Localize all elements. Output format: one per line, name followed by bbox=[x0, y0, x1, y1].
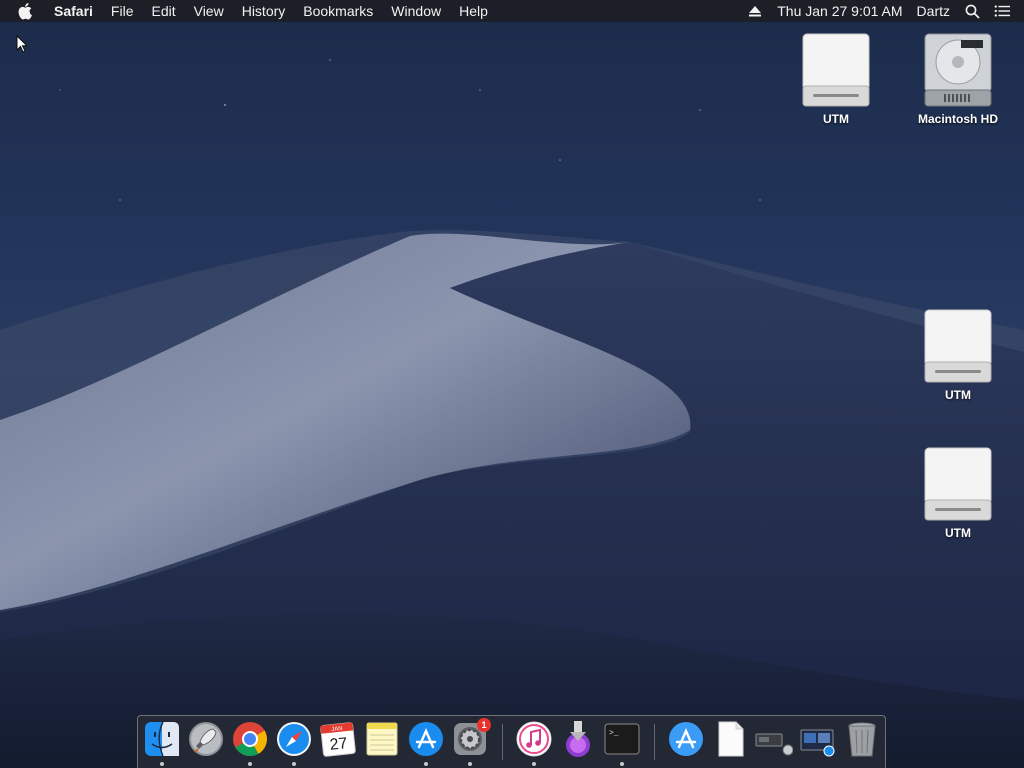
itunes-music-note-icon bbox=[516, 721, 552, 757]
app-store-icon bbox=[409, 722, 443, 756]
dock-trash[interactable] bbox=[843, 720, 881, 760]
desktop-icon-utm-1[interactable]: UTM bbox=[788, 30, 884, 126]
dock-app-store-downloads[interactable] bbox=[667, 720, 705, 760]
menu-app-name[interactable]: Safari bbox=[50, 0, 102, 22]
running-indicator bbox=[424, 762, 428, 766]
running-indicator bbox=[532, 762, 536, 766]
dock-launchpad[interactable] bbox=[187, 720, 225, 760]
dock-screenshot-stack[interactable] bbox=[799, 720, 837, 760]
screenshot-stack-icon bbox=[800, 729, 835, 757]
menu-file[interactable]: File bbox=[102, 0, 143, 22]
menu-edit[interactable]: Edit bbox=[142, 0, 184, 22]
menu-history[interactable]: History bbox=[233, 0, 295, 22]
dock-separator bbox=[654, 724, 655, 760]
desktop-icon-utm-3[interactable]: UTM bbox=[910, 444, 1006, 540]
menu-user[interactable]: Dartz bbox=[917, 3, 950, 19]
external-drive-icon bbox=[924, 309, 992, 383]
notification-badge: 1 bbox=[477, 718, 491, 732]
dock-separator bbox=[502, 724, 503, 760]
external-drive-icon bbox=[924, 447, 992, 521]
notification-center-icon[interactable] bbox=[994, 3, 1010, 19]
running-indicator bbox=[620, 762, 624, 766]
trash-icon bbox=[848, 722, 876, 757]
calendar-month: JAN bbox=[331, 726, 343, 733]
finder-icon bbox=[145, 721, 179, 757]
dock-app-store[interactable] bbox=[407, 720, 445, 766]
dock-notes[interactable] bbox=[363, 720, 401, 760]
running-indicator bbox=[248, 762, 252, 766]
running-indicator bbox=[160, 762, 164, 766]
apple-menu-icon[interactable] bbox=[18, 2, 36, 20]
dock-safari[interactable] bbox=[275, 720, 313, 766]
external-drive-icon bbox=[802, 33, 870, 107]
internal-drive-icon bbox=[924, 33, 992, 107]
eject-icon[interactable] bbox=[747, 3, 763, 19]
menu-view[interactable]: View bbox=[185, 0, 233, 22]
notes-icon bbox=[366, 722, 398, 756]
app-store-folder-icon bbox=[669, 722, 703, 756]
launchpad-rocket-icon bbox=[189, 722, 223, 756]
running-indicator bbox=[468, 762, 472, 766]
desktop-icon-utm-2[interactable]: UTM bbox=[910, 306, 1006, 402]
chrome-icon bbox=[233, 722, 267, 756]
mouse-cursor-icon bbox=[16, 35, 28, 53]
running-indicator bbox=[292, 762, 296, 766]
dock-downloads-stack[interactable] bbox=[755, 720, 793, 760]
menu-help[interactable]: Help bbox=[450, 0, 497, 22]
menu-bookmarks[interactable]: Bookmarks bbox=[294, 0, 382, 22]
desktop-icon-label: Macintosh HD bbox=[917, 112, 998, 126]
downloads-stack-icon bbox=[755, 733, 793, 756]
calendar-icon: JAN 27 bbox=[320, 722, 356, 757]
installer-icon bbox=[566, 721, 590, 757]
spotlight-search-icon[interactable] bbox=[964, 3, 980, 19]
desktop-icon-label: UTM bbox=[823, 112, 849, 126]
menu-window[interactable]: Window bbox=[382, 0, 450, 22]
dock: JAN 27 1 >_ bbox=[137, 715, 886, 768]
dock-calendar[interactable]: JAN 27 bbox=[319, 720, 357, 760]
dock-itunes[interactable] bbox=[515, 720, 553, 766]
desktop[interactable]: Safari File Edit View History Bookmarks … bbox=[0, 0, 1024, 768]
desktop-icon-label: UTM bbox=[945, 388, 971, 402]
dock-system-preferences[interactable]: 1 bbox=[451, 718, 491, 766]
desktop-icon-macintosh-hd[interactable]: Macintosh HD bbox=[910, 30, 1006, 126]
desktop-icon-label: UTM bbox=[945, 526, 971, 540]
dock-terminal[interactable]: >_ bbox=[603, 720, 641, 766]
terminal-prompt: >_ bbox=[609, 729, 619, 738]
calendar-day: 27 bbox=[329, 735, 349, 754]
dock-finder[interactable] bbox=[143, 720, 181, 766]
dock-document[interactable] bbox=[711, 720, 749, 760]
dock-installer[interactable] bbox=[559, 720, 597, 760]
dock-chrome[interactable] bbox=[231, 720, 269, 766]
menu-clock[interactable]: Thu Jan 27 9:01 AM bbox=[777, 3, 902, 19]
document-icon bbox=[718, 721, 744, 757]
menu-bar: Safari File Edit View History Bookmarks … bbox=[0, 0, 1024, 22]
safari-compass-icon bbox=[277, 722, 311, 756]
terminal-icon: >_ bbox=[604, 723, 640, 755]
